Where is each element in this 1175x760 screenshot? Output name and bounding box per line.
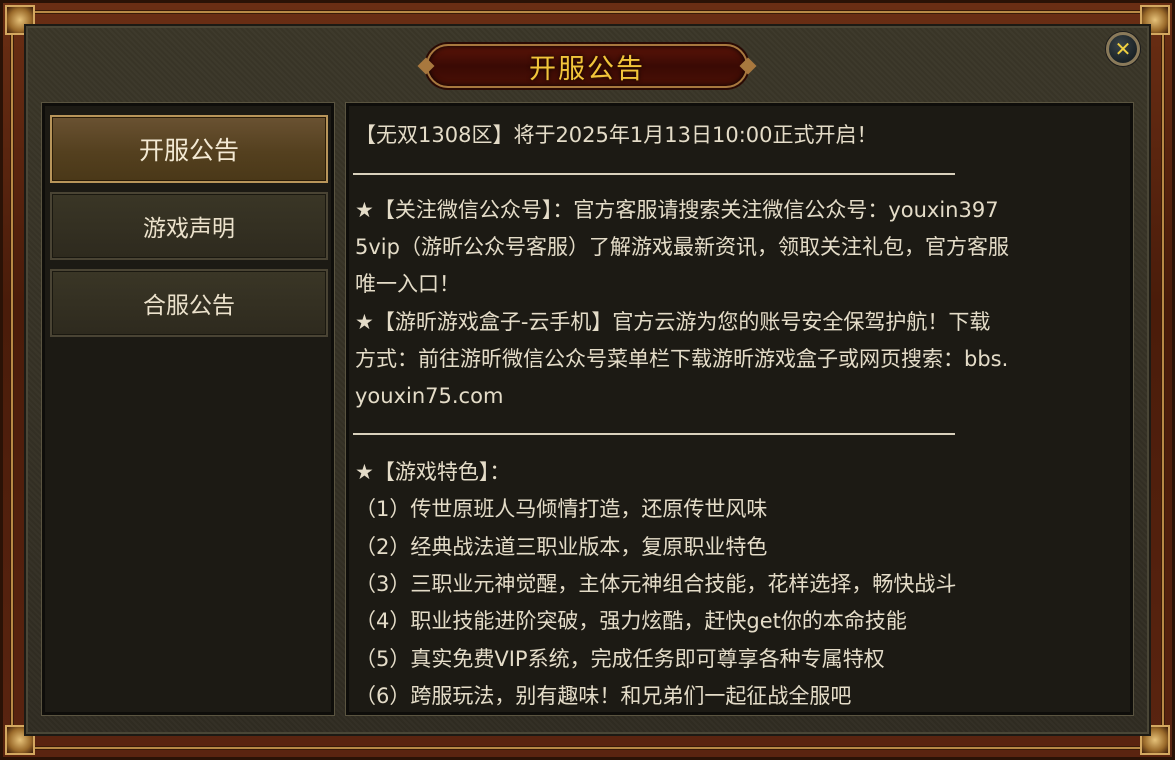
- tab-label: 游戏声明: [143, 216, 235, 242]
- feature-item: （3）三职业元神觉醒，主体元神组合技能，花样选择，畅快战斗: [355, 572, 957, 596]
- wechat-line: 唯一入口！: [355, 272, 460, 296]
- tab-label: 合服公告: [143, 293, 235, 319]
- feature-item: （1）传世原班人马倾情打造，还原传世风味: [355, 497, 768, 521]
- tab-label: 开服公告: [138, 136, 239, 165]
- sidebar: 开服公告 游戏声明 合服公告: [42, 103, 334, 715]
- divider: [353, 433, 955, 435]
- tab-game-statement[interactable]: 游戏声明: [50, 192, 328, 260]
- feature-item: （6）跨服玩法，别有趣味！和兄弟们一起征战全服吧: [355, 684, 852, 708]
- tab-server-open-notice[interactable]: 开服公告: [50, 115, 328, 183]
- tab-server-merge-notice[interactable]: 合服公告: [50, 269, 328, 337]
- feature-item: （2）经典战法道三职业版本，复原职业特色: [355, 535, 768, 559]
- cloud-line: 方式：前往游昕微信公众号菜单栏下载游昕游戏盒子或网页搜索：bbs.: [355, 347, 1009, 371]
- wechat-line: 5vip（游昕公众号客服）了解游戏最新资讯，领取关注礼包，官方客服: [355, 235, 1009, 259]
- announcement-content[interactable]: 【无双1308区】将于2025年1月13日10:00正式开启！ ★【关注微信公众…: [346, 103, 1133, 715]
- dialog-title: 开服公告: [529, 53, 645, 85]
- close-icon: ✕: [1114, 37, 1132, 61]
- title-plate: 开服公告: [426, 44, 748, 88]
- open-date-line: 【无双1308区】将于2025年1月13日10:00正式开启！: [355, 123, 878, 147]
- cloud-line: ★【游昕游戏盒子-云手机】官方云游为您的账号安全保驾护航！下载: [355, 310, 991, 334]
- divider: [353, 173, 955, 175]
- features-title: ★【游戏特色】：: [355, 460, 511, 484]
- close-button[interactable]: ✕: [1106, 32, 1140, 66]
- wechat-line: ★【关注微信公众号】：官方客服请搜索关注微信公众号：youxin397: [355, 198, 999, 222]
- feature-item: （5）真实免费VIP系统，完成任务即可尊享各种专属特权: [355, 647, 885, 671]
- cloud-link-line: youxin75.com: [355, 384, 504, 408]
- feature-item: （4）职业技能进阶突破，强力炫酷，赶快get你的本命技能: [355, 609, 907, 633]
